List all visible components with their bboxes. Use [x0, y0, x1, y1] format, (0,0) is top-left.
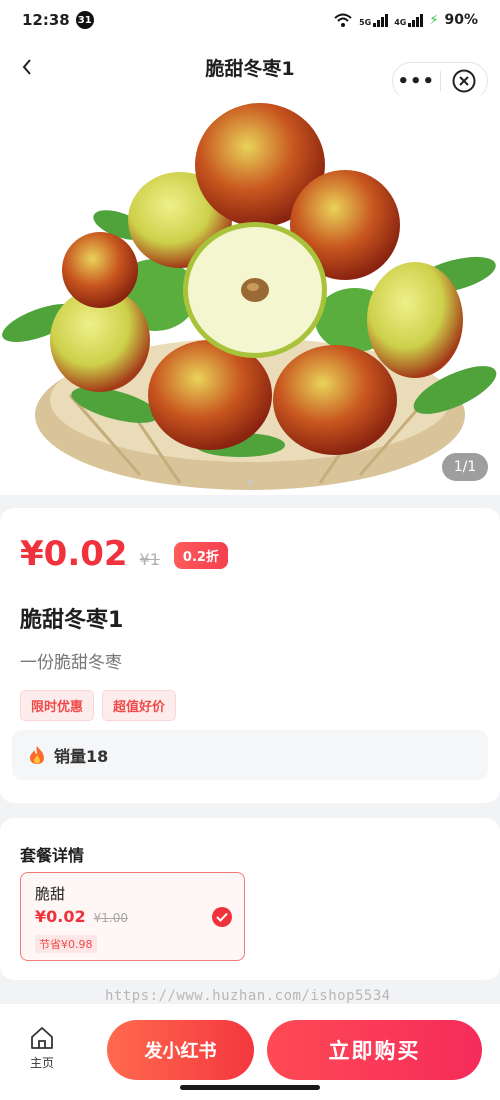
- network-5g-label: 5G: [359, 18, 372, 27]
- chevron-left-icon: [22, 59, 31, 75]
- signal-icon: [373, 13, 389, 27]
- signal-icon: [408, 13, 424, 27]
- package-option-name: 脆甜: [35, 885, 66, 903]
- wifi-icon: [334, 13, 352, 27]
- product-image-carousel[interactable]: 1/1: [0, 95, 500, 495]
- current-price: ¥0.02: [20, 534, 128, 574]
- package-option-price-row: ¥0.02 ¥1.00: [35, 907, 128, 926]
- promo-tag: 超值好价: [102, 690, 177, 721]
- package-option[interactable]: 脆甜 ¥0.02 ¥1.00 节省¥0.98: [20, 872, 245, 961]
- product-description: 一份脆甜冬枣: [20, 653, 122, 673]
- watermark-text: https://www.huzhan.com/ishop5534: [105, 988, 391, 1004]
- package-option-price: ¥0.02: [35, 907, 86, 926]
- back-button[interactable]: [14, 52, 40, 82]
- nav-bar: 脆甜冬枣1 •••: [0, 40, 500, 100]
- price-row: ¥0.02 ¥1 0.2折: [20, 534, 228, 574]
- jujube-basket-image: [2, 103, 497, 490]
- original-price: ¥1: [139, 550, 160, 569]
- charging-icon: ⚡: [429, 12, 439, 28]
- network-4g-label: 4G: [394, 18, 407, 27]
- product-title: 脆甜冬枣1: [20, 608, 124, 633]
- check-icon: [212, 907, 232, 927]
- sales-count: 销量18: [54, 747, 109, 766]
- sales-count-box: 销量18: [12, 730, 488, 780]
- home-tab[interactable]: 主页: [20, 1026, 64, 1071]
- package-option-saving: 节省¥0.98: [35, 935, 97, 953]
- close-circle-icon: [452, 69, 476, 93]
- status-time: 12:38: [22, 11, 70, 29]
- buy-now-button[interactable]: 立即购买: [267, 1020, 482, 1080]
- home-indicator: [180, 1085, 320, 1090]
- battery-level: 90%: [444, 12, 478, 28]
- package-option-original-price: ¥1.00: [93, 911, 128, 925]
- close-button[interactable]: [440, 69, 487, 93]
- home-icon: [31, 1027, 53, 1049]
- calendar-badge-icon: 31: [75, 11, 94, 29]
- package-section-title: 套餐详情: [20, 846, 85, 865]
- discount-badge: 0.2折: [173, 542, 228, 569]
- page-title: 脆甜冬枣1: [205, 58, 295, 80]
- status-bar: 12:38 31 5G 4G ⚡ 90%: [0, 0, 500, 40]
- share-xiaohongshu-button[interactable]: 发小红书: [107, 1020, 254, 1080]
- fire-icon: [30, 746, 44, 764]
- more-button[interactable]: •••: [393, 71, 440, 92]
- promo-tag: 限时优惠: [20, 690, 95, 721]
- home-label: 主页: [29, 1056, 54, 1070]
- product-info-card: ¥0.02 ¥1 0.2折 脆甜冬枣1 一份脆甜冬枣 限时优惠 超值好价 销量1…: [0, 508, 500, 803]
- image-counter: 1/1: [442, 453, 488, 481]
- carousel-indicator-dot: [248, 480, 253, 485]
- promo-tags: 限时优惠 超值好价: [20, 690, 177, 721]
- package-details-card: 套餐详情 脆甜 ¥0.02 ¥1.00 节省¥0.98: [0, 818, 500, 980]
